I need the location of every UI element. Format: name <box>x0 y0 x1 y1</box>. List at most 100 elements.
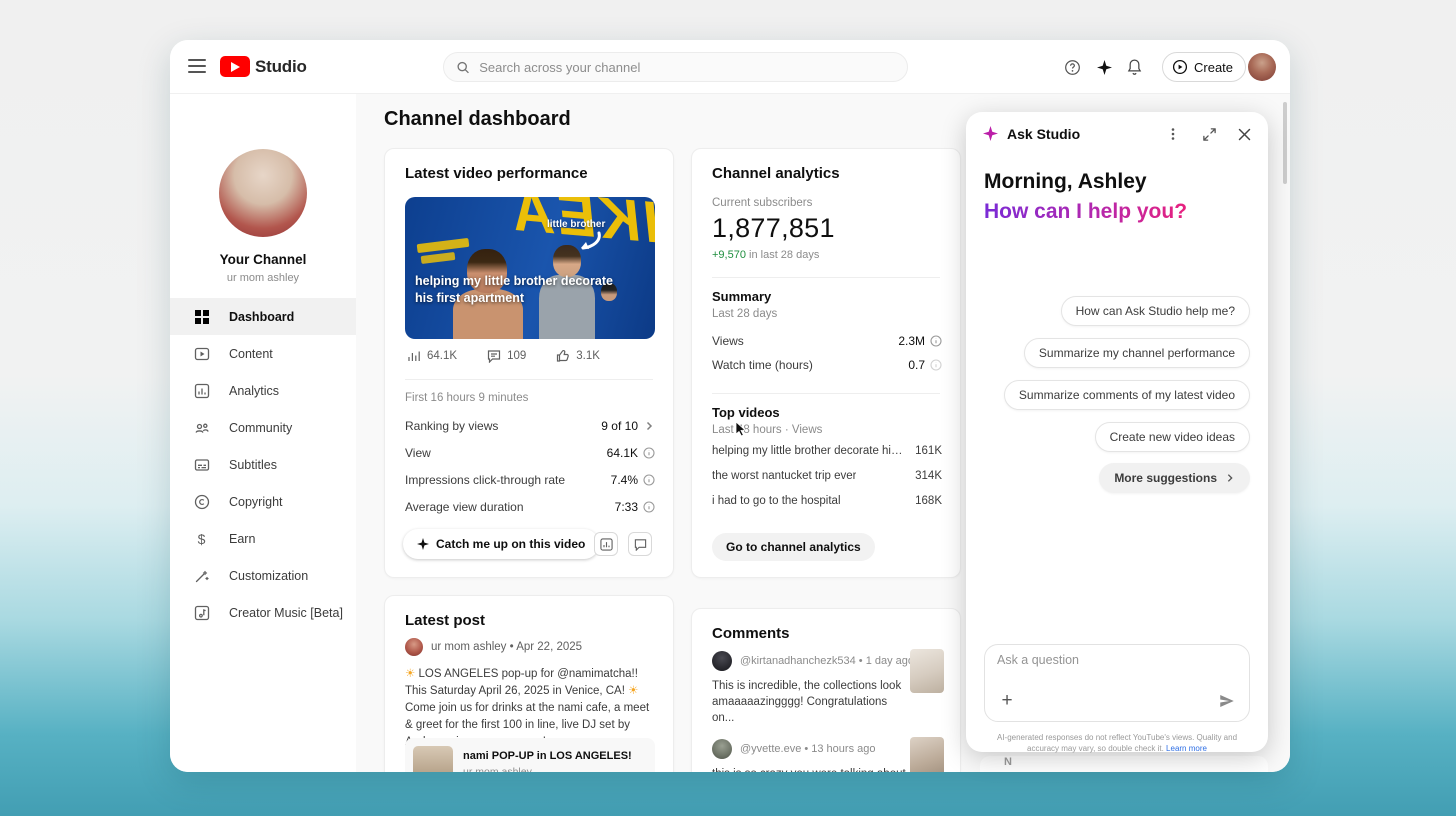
top-videos-title: Top videos <box>712 405 780 420</box>
expand-button[interactable] <box>1200 125 1218 143</box>
info-icon[interactable] <box>643 474 655 486</box>
sidebar-nav: Dashboard Content Analytics Community Su… <box>170 298 356 631</box>
channel-handle: ur mom ashley <box>170 272 356 284</box>
info-icon[interactable] <box>643 447 655 459</box>
metric-label: Ranking by views <box>405 419 498 433</box>
views-stat: 64.1K <box>407 349 457 363</box>
comments-stat: 109 <box>487 349 526 363</box>
channel-analytics-card: Channel analytics Current subscribers 1,… <box>691 148 961 578</box>
go-to-channel-analytics-button[interactable]: Go to channel analytics <box>712 533 875 561</box>
sidebar-item-customization[interactable]: Customization <box>170 557 356 594</box>
hamburger-menu-icon[interactable] <box>188 59 206 73</box>
metric-label: Impressions click-through rate <box>405 473 565 487</box>
customization-icon <box>193 567 210 584</box>
sidebar-item-analytics[interactable]: Analytics <box>170 372 356 409</box>
sidebar: Your Channel ur mom ashley Dashboard Con… <box>170 94 356 772</box>
close-icon <box>1238 128 1251 141</box>
stat-value: 64.1K <box>427 350 457 362</box>
youtube-studio-logo[interactable]: Studio <box>220 56 307 77</box>
summary-row-views: Views 2.3M <box>712 332 942 350</box>
summary-period: Last 28 days <box>712 308 777 320</box>
attach-button[interactable]: + <box>995 689 1019 713</box>
sidebar-item-label: Earn <box>229 532 255 546</box>
cta-label: Go to channel analytics <box>726 540 861 554</box>
search-input[interactable] <box>479 60 895 75</box>
sidebar-item-subtitles[interactable]: Subtitles <box>170 446 356 483</box>
ask-studio-title: Ask Studio <box>1007 126 1080 142</box>
delta-value: +9,570 <box>712 249 746 261</box>
notifications-button[interactable] <box>1125 58 1143 76</box>
account-avatar[interactable] <box>1248 53 1276 81</box>
metric-value: 64.1K <box>607 446 638 460</box>
ask-question-input[interactable] <box>997 653 1237 667</box>
send-button[interactable] <box>1215 689 1239 713</box>
commenter-avatar[interactable] <box>712 739 732 759</box>
suggestion-chip[interactable]: Create new video ideas <box>1095 422 1250 452</box>
top-video-row[interactable]: the worst nantucket trip ever 314K <box>712 470 942 482</box>
creator-music-icon <box>193 604 210 621</box>
metric-row-ranking[interactable]: Ranking by views 9 of 10 <box>405 417 655 435</box>
info-icon[interactable] <box>930 335 942 347</box>
catch-me-up-label: Catch me up on this video <box>436 537 585 551</box>
sidebar-item-label: Customization <box>229 569 308 583</box>
suggestion-chip[interactable]: Summarize my channel performance <box>1024 338 1250 368</box>
thumbnail-annotation: little brother <box>547 219 605 230</box>
help-button[interactable] <box>1063 58 1081 76</box>
ai-sparkle-button[interactable] <box>1095 58 1113 76</box>
create-button[interactable]: Create <box>1162 52 1246 82</box>
suggestion-chip[interactable]: How can Ask Studio help me? <box>1061 296 1250 326</box>
sidebar-item-copyright[interactable]: Copyright <box>170 483 356 520</box>
greeting-question: How can I help you? <box>984 200 1187 224</box>
sparkle-icon <box>1097 60 1112 75</box>
sidebar-item-content[interactable]: Content <box>170 335 356 372</box>
sidebar-item-community[interactable]: Community <box>170 409 356 446</box>
catch-me-up-button[interactable]: Catch me up on this video <box>403 529 599 559</box>
more-options-button[interactable] <box>1164 125 1182 143</box>
metric-value: 7:33 <box>615 500 638 514</box>
info-icon[interactable] <box>643 501 655 513</box>
summary-value: 2.3M <box>898 334 925 348</box>
go-to-comments-button[interactable] <box>628 532 652 556</box>
more-suggestions-label: More suggestions <box>1114 471 1217 485</box>
top-video-views: 161K <box>915 445 942 457</box>
comment-video-thumbnail[interactable] <box>910 737 944 772</box>
divider <box>405 379 653 380</box>
go-to-analytics-button[interactable] <box>594 532 618 556</box>
more-suggestions-button[interactable]: More suggestions <box>1099 463 1250 493</box>
sidebar-item-creator-music[interactable]: Creator Music [Beta] <box>170 594 356 631</box>
post-meta: ur mom ashley • Apr 22, 2025 <box>405 638 582 656</box>
summary-row-watch-time: Watch time (hours) 0.7 <box>712 356 942 374</box>
create-label: Create <box>1194 60 1233 75</box>
window-scrollbar[interactable] <box>1283 102 1287 184</box>
learn-more-link[interactable]: Learn more <box>1166 744 1207 753</box>
close-button[interactable] <box>1235 125 1253 143</box>
post-embedded-video[interactable]: nami POP-UP in LOS ANGELES! ur mom ashle… <box>405 738 655 772</box>
expand-icon <box>1202 127 1217 142</box>
sidebar-item-earn[interactable]: $ Earn <box>170 520 356 557</box>
search-bar[interactable] <box>443 52 908 82</box>
top-video-row[interactable]: i had to go to the hospital 168K <box>712 495 942 507</box>
commenter-avatar[interactable] <box>712 651 732 671</box>
card-title: Latest video performance <box>405 165 588 182</box>
sun-emoji: ☀ <box>405 668 415 680</box>
metric-value: 9 of 10 <box>601 419 638 433</box>
top-videos-period: Last 48 hours · Views <box>712 424 822 436</box>
copyright-icon <box>193 493 210 510</box>
top-video-row[interactable]: helping my little brother decorate his f… <box>712 445 942 457</box>
latest-video-thumbnail[interactable]: IKEA little brother helping my little br… <box>405 197 655 339</box>
sparkle-icon <box>417 538 429 550</box>
channel-avatar[interactable] <box>219 149 307 237</box>
sun-emoji: ☀ <box>628 685 638 697</box>
sidebar-item-dashboard[interactable]: Dashboard <box>170 298 356 335</box>
info-icon[interactable] <box>930 359 942 371</box>
suggestion-chip[interactable]: Summarize comments of my latest video <box>1004 380 1250 410</box>
post-author-avatar[interactable] <box>405 638 423 656</box>
ask-question-box[interactable]: + <box>984 644 1250 722</box>
comment-video-thumbnail[interactable] <box>910 649 944 693</box>
summary-value: 0.7 <box>908 358 925 372</box>
chevron-right-icon <box>1225 473 1235 483</box>
summary-title: Summary <box>712 289 771 304</box>
sidebar-item-label: Community <box>229 421 292 435</box>
first-hours-label: First 16 hours 9 minutes <box>405 392 528 404</box>
metric-label: Average view duration <box>405 500 524 514</box>
